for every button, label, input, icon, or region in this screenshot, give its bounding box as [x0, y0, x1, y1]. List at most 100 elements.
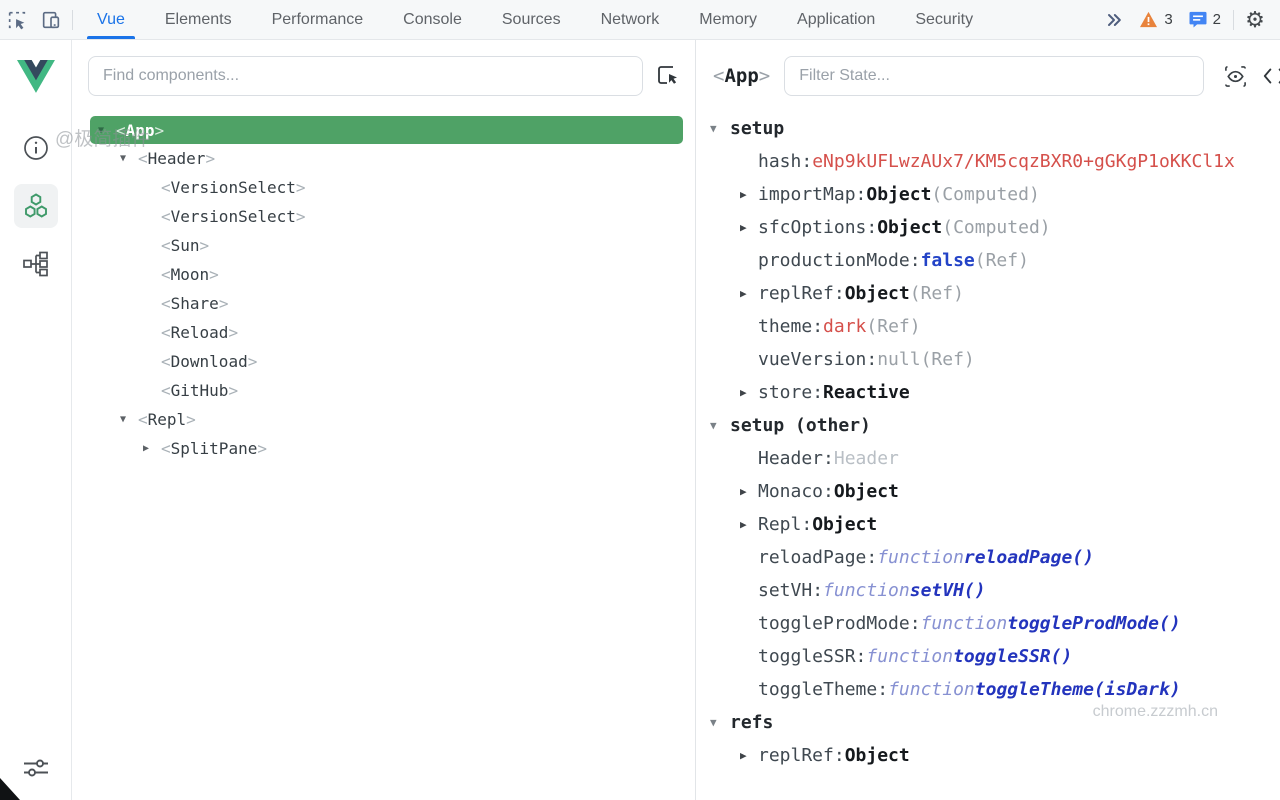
tree-row-repl[interactable]: ▼<Repl> — [72, 405, 695, 434]
component-tag: Header — [148, 149, 206, 168]
tab-memory[interactable]: Memory — [679, 0, 777, 39]
section-caret-icon[interactable]: ▼ — [710, 122, 730, 135]
tab-console[interactable]: Console — [383, 0, 482, 39]
state-key: hash — [758, 151, 801, 172]
timeline-tab-icon[interactable] — [14, 242, 58, 286]
state-value-type: (Computed) — [942, 217, 1050, 238]
tab-strip: VueElementsPerformanceConsoleSourcesNetw… — [77, 0, 993, 39]
component-search-input[interactable] — [103, 67, 628, 85]
toolbar-separator — [1233, 10, 1234, 30]
tab-sources[interactable]: Sources — [482, 0, 581, 39]
tab-application[interactable]: Application — [777, 0, 895, 39]
state-row-store[interactable]: ▶store : Reactive — [696, 376, 1280, 409]
tree-row-splitpane[interactable]: ▶<SplitPane> — [72, 434, 695, 463]
state-row-toggleprodmode[interactable]: toggleProdMode : function toggleProdMode… — [696, 607, 1280, 640]
more-tabs-icon[interactable] — [1097, 10, 1131, 30]
state-row-header[interactable]: Header : Header — [696, 442, 1280, 475]
tree-row-moon[interactable]: <Moon> — [72, 260, 695, 289]
tree-row-versionselect[interactable]: <VersionSelect> — [72, 202, 695, 231]
select-component-icon[interactable] — [653, 61, 683, 91]
state-key: store — [758, 382, 812, 403]
tab-network[interactable]: Network — [581, 0, 680, 39]
messages-badge[interactable]: 2 — [1189, 11, 1221, 28]
bracket-open: < — [713, 65, 724, 87]
vue-logo — [0, 40, 71, 112]
state-row-productionmode[interactable]: productionMode : false(Ref) — [696, 244, 1280, 277]
state-row-toggletheme[interactable]: toggleTheme : function toggleTheme(isDar… — [696, 673, 1280, 706]
state-row-replref[interactable]: ▶replRef : Object — [696, 739, 1280, 772]
row-caret-icon[interactable]: ▶ — [740, 518, 758, 531]
components-panel: ▼<App>▼<Header><VersionSelect><VersionSe… — [72, 40, 695, 800]
row-caret-icon[interactable]: ▶ — [740, 485, 758, 498]
state-row-vueversion[interactable]: vueVersion : null(Ref) — [696, 343, 1280, 376]
filter-state-input[interactable] — [799, 67, 1189, 85]
state-row-theme[interactable]: theme : dark(Ref) — [696, 310, 1280, 343]
state-panel-header: <App> — [696, 40, 1280, 112]
warnings-badge[interactable]: 3 — [1139, 11, 1172, 28]
state-value: Reactive — [823, 382, 910, 403]
state-panel-tools — [1223, 64, 1280, 89]
state-section-setup[interactable]: ▼setup — [696, 112, 1280, 145]
component-search-row — [72, 40, 695, 112]
inspect-dom-icon[interactable] — [1223, 64, 1248, 89]
state-row-setvh[interactable]: setVH : function setVH() — [696, 574, 1280, 607]
tree-caret-icon[interactable]: ▼ — [120, 414, 138, 425]
row-caret-icon[interactable]: ▶ — [740, 221, 758, 234]
state-section-setup-other-[interactable]: ▼setup (other) — [696, 409, 1280, 442]
tree-row-versionselect[interactable]: <VersionSelect> — [72, 173, 695, 202]
tree-caret-icon[interactable]: ▼ — [120, 153, 138, 164]
tree-row-app[interactable]: ▼<App> — [90, 116, 683, 144]
function-name: toggleSSR() — [953, 646, 1072, 667]
device-toolbar-icon[interactable] — [34, 0, 68, 39]
section-caret-icon[interactable]: ▼ — [710, 419, 730, 432]
state-row-importmap[interactable]: ▶importMap : Object(Computed) — [696, 178, 1280, 211]
state-row-replref[interactable]: ▶replRef : Object(Ref) — [696, 277, 1280, 310]
component-tag: Reload — [171, 323, 229, 342]
tree-row-share[interactable]: <Share> — [72, 289, 695, 318]
row-caret-icon[interactable]: ▶ — [740, 749, 758, 762]
state-key: Header — [758, 448, 823, 469]
preferences-sliders-icon[interactable] — [14, 746, 58, 790]
filter-state-box — [784, 56, 1204, 96]
state-section-refs[interactable]: ▼refs — [696, 706, 1280, 739]
tab-vue[interactable]: Vue — [77, 0, 145, 39]
state-value: Object — [866, 184, 931, 205]
state-row-hash[interactable]: hash : eNp9kUFLwzAUx7/KM5cqzBXR0+gGKgP1o… — [696, 145, 1280, 178]
state-row-sfcoptions[interactable]: ▶sfcOptions : Object(Computed) — [696, 211, 1280, 244]
tree-row-header[interactable]: ▼<Header> — [72, 144, 695, 173]
function-name: toggleProdMode() — [1007, 613, 1180, 634]
tree-caret-icon[interactable]: ▶ — [143, 443, 161, 454]
rail-icon-group — [14, 112, 58, 286]
tree-row-sun[interactable]: <Sun> — [72, 231, 695, 260]
state-key: toggleProdMode — [758, 613, 910, 634]
message-icon — [1189, 11, 1207, 28]
state-row-reloadpage[interactable]: reloadPage : function reloadPage() — [696, 541, 1280, 574]
component-tag: Sun — [171, 236, 200, 255]
state-key: setVH — [758, 580, 812, 601]
state-row-monaco[interactable]: ▶Monaco : Object — [696, 475, 1280, 508]
tab-security[interactable]: Security — [895, 0, 993, 39]
tree-row-download[interactable]: <Download> — [72, 347, 695, 376]
row-caret-icon[interactable]: ▶ — [740, 188, 758, 201]
components-tab-icon[interactable] — [14, 184, 58, 228]
row-caret-icon[interactable]: ▶ — [740, 386, 758, 399]
state-row-repl[interactable]: ▶Repl : Object — [696, 508, 1280, 541]
state-key: Monaco — [758, 481, 823, 502]
warning-icon — [1139, 11, 1158, 28]
row-caret-icon[interactable]: ▶ — [740, 287, 758, 300]
tree-row-reload[interactable]: <Reload> — [72, 318, 695, 347]
tab-performance[interactable]: Performance — [252, 0, 384, 39]
state-value: Object — [834, 481, 899, 502]
state-row-togglessr[interactable]: toggleSSR : function toggleSSR() — [696, 640, 1280, 673]
tree-row-github[interactable]: <GitHub> — [72, 376, 695, 405]
tree-caret-icon[interactable]: ▼ — [98, 125, 116, 136]
info-tab-icon[interactable] — [14, 126, 58, 170]
rail-bottom — [0, 746, 71, 790]
inspect-element-icon[interactable] — [0, 0, 34, 39]
tab-elements[interactable]: Elements — [145, 0, 252, 39]
section-caret-icon[interactable]: ▼ — [710, 716, 730, 729]
inspect-code-icon[interactable] — [1262, 65, 1280, 87]
state-value-type: (Ref) — [921, 349, 975, 370]
bracket-close: > — [759, 65, 770, 87]
settings-gear-icon[interactable]: ⚙ — [1238, 7, 1272, 33]
